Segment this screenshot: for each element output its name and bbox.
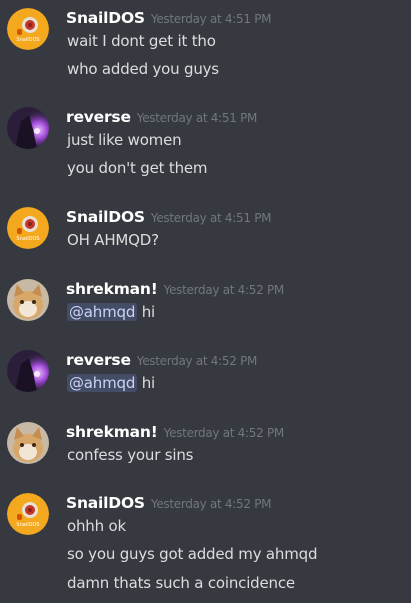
snail-avatar-icon: SnailDOS <box>7 493 49 535</box>
timestamp: Yesterday at 4:52 PM <box>163 283 285 297</box>
message-text: just like women <box>67 131 182 149</box>
username[interactable]: shrekman! <box>66 423 158 441</box>
username[interactable]: SnailDOS <box>66 9 145 27</box>
username[interactable]: SnailDOS <box>66 494 145 512</box>
timestamp: Yesterday at 4:51 PM <box>150 12 272 26</box>
timestamp: Yesterday at 4:51 PM <box>150 211 272 225</box>
message-text-content: hi <box>141 303 156 321</box>
message-header: SnailDOS Yesterday at 4:52 PM <box>66 493 271 512</box>
wizard-avatar-icon <box>7 350 49 392</box>
message-header: shrekman! Yesterday at 4:52 PM <box>66 279 284 298</box>
snaildos-avatar[interactable]: SnailDOS <box>7 207 49 249</box>
message-text: so you guys got added my ahmqd <box>67 545 318 563</box>
message-text: who added you guys <box>67 60 219 78</box>
username[interactable]: reverse <box>66 351 131 369</box>
message-header: shrekman! Yesterday at 4:52 PM <box>66 422 284 441</box>
timestamp: Yesterday at 4:52 PM <box>136 354 258 368</box>
svg-text:SnailDOS: SnailDOS <box>16 37 39 43</box>
user-mention[interactable]: @ahmqd <box>67 303 138 321</box>
timestamp: Yesterday at 4:51 PM <box>136 111 258 125</box>
reverse-avatar[interactable] <box>7 107 49 149</box>
message-text-content: hi <box>141 374 156 392</box>
message-text: @ahmqd hi <box>67 374 155 392</box>
username[interactable]: SnailDOS <box>66 208 145 226</box>
username[interactable]: reverse <box>66 108 131 126</box>
timestamp: Yesterday at 4:52 PM <box>163 426 285 440</box>
message-text: @ahmqd hi <box>67 303 155 321</box>
cat-avatar-icon <box>7 279 49 321</box>
message-header: reverse Yesterday at 4:51 PM <box>66 107 257 126</box>
snaildos-avatar[interactable]: SnailDOS <box>7 493 49 535</box>
svg-text:SnailDOS: SnailDOS <box>16 236 39 242</box>
message-text: ohhh ok <box>67 517 126 535</box>
shrekman-avatar[interactable] <box>7 279 49 321</box>
reverse-avatar[interactable] <box>7 350 49 392</box>
timestamp: Yesterday at 4:52 PM <box>150 497 272 511</box>
message-text: wait I dont get it tho <box>67 32 216 50</box>
snail-avatar-icon: SnailDOS <box>7 207 49 249</box>
message-header: SnailDOS Yesterday at 4:51 PM <box>66 8 271 27</box>
chat-messages: SnailDOS SnailDOS Yesterday at 4:51 PM wa… <box>0 0 411 603</box>
username[interactable]: shrekman! <box>66 280 158 298</box>
snaildos-avatar[interactable]: SnailDOS <box>7 8 49 50</box>
message-text: damn thats such a coincidence <box>67 574 295 592</box>
user-mention[interactable]: @ahmqd <box>67 374 138 392</box>
snail-avatar-icon: SnailDOS <box>7 8 49 50</box>
cat-avatar-icon <box>7 422 49 464</box>
wizard-avatar-icon <box>7 107 49 149</box>
message-header: SnailDOS Yesterday at 4:51 PM <box>66 207 271 226</box>
message-header: reverse Yesterday at 4:52 PM <box>66 350 257 369</box>
svg-text:SnailDOS: SnailDOS <box>16 522 39 528</box>
message-text: confess your sins <box>67 446 194 464</box>
message-text: OH AHMQD? <box>67 231 159 249</box>
message-text: you don't get them <box>67 159 208 177</box>
shrekman-avatar[interactable] <box>7 422 49 464</box>
